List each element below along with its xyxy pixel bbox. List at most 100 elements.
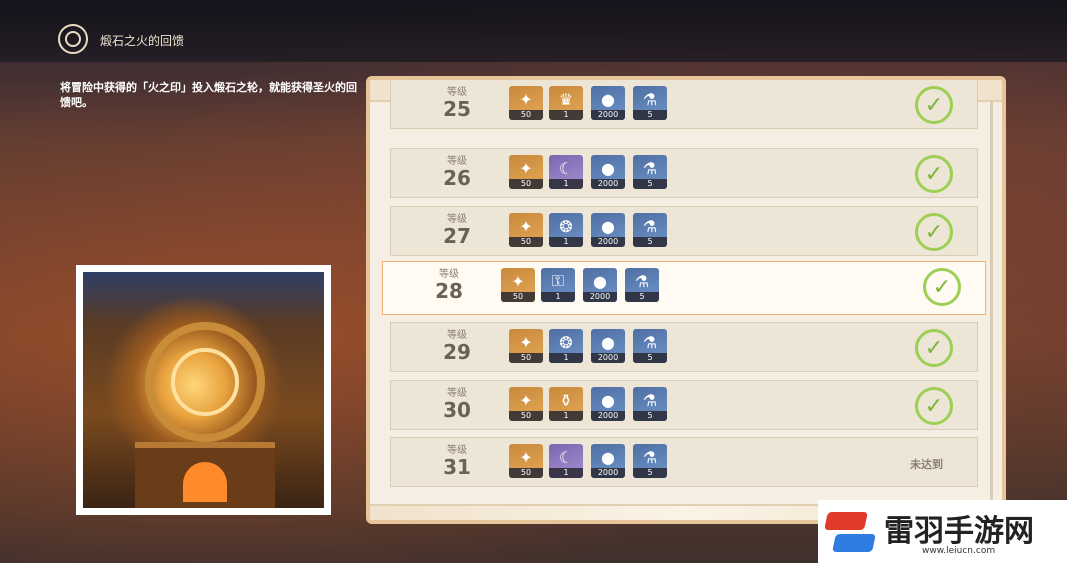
reward-item[interactable]: ♛ 1 [549, 86, 583, 120]
reward-item[interactable]: ✦ 50 [501, 268, 535, 302]
level-block: 等级 25 [417, 83, 497, 120]
reward-item[interactable]: ● 2000 [591, 444, 625, 478]
primogem-icon: ✦ [519, 332, 533, 352]
ore-icon: ❂ [559, 332, 573, 352]
reward-item[interactable]: ✦ 50 [509, 86, 543, 120]
level-label: 等级 [447, 445, 467, 456]
primogem-icon: ✦ [511, 271, 525, 291]
primogem-icon: ✦ [519, 158, 533, 178]
reward-row[interactable]: 等级 28 ✦ 50 ⚿ 1 ● 2000 ⚗ 5 ✓ [382, 261, 986, 315]
reward-item[interactable]: ☾ 1 [549, 444, 583, 478]
level-block: 等级 27 [417, 210, 497, 247]
reward-item[interactable]: ⚱ 1 [549, 387, 583, 421]
claimed-check-icon: ✓ [915, 86, 953, 124]
level-label: 等级 [439, 269, 459, 280]
watermark-name: 雷羽手游网 [884, 514, 1034, 549]
level-number: 29 [443, 340, 471, 364]
reward-quantity: 5 [625, 292, 659, 302]
reward-item[interactable]: ● 2000 [591, 86, 625, 120]
level-number: 28 [435, 279, 463, 303]
reward-quantity: 2000 [591, 237, 625, 247]
mora-icon: ● [601, 390, 615, 410]
level-block: 等级 28 [409, 265, 489, 302]
reward-quantity: 5 [633, 179, 667, 189]
reward-item[interactable]: ⚿ 1 [541, 268, 575, 302]
level-label: 等级 [447, 87, 467, 98]
reward-quantity: 50 [509, 179, 543, 189]
reward-item[interactable]: ⚗ 5 [633, 329, 667, 363]
reward-quantity: 50 [509, 468, 543, 478]
reward-item[interactable]: ⚗ 5 [633, 155, 667, 189]
event-title: 煅石之火的回馈 [100, 34, 185, 48]
reward-quantity: 1 [549, 179, 583, 189]
scrollbar[interactable] [990, 100, 993, 500]
level-label: 等级 [447, 214, 467, 225]
reward-item[interactable]: ⚗ 5 [633, 444, 667, 478]
reward-quantity: 50 [509, 237, 543, 247]
status-not-reached: 未达到 [910, 458, 943, 471]
mora-icon: ● [601, 158, 615, 178]
potion-icon: ⚗ [642, 216, 658, 236]
reward-item[interactable]: ● 2000 [591, 213, 625, 247]
reward-quantity: 5 [633, 411, 667, 421]
level-number: 31 [443, 455, 471, 479]
reward-quantity: 50 [509, 411, 543, 421]
claimed-check-icon: ✓ [915, 213, 953, 251]
reward-row[interactable]: 等级 31 ✦ 50 ☾ 1 ● 2000 ⚗ 5 未达到 [390, 437, 978, 487]
reward-item[interactable]: ✦ 50 [509, 329, 543, 363]
reward-quantity: 2000 [591, 179, 625, 189]
crescent-icon: ☾ [558, 158, 574, 178]
top-bar: 煅石之火的回馈 [0, 0, 1067, 62]
level-block: 等级 30 [417, 384, 497, 421]
reward-row[interactable]: 等级 26 ✦ 50 ☾ 1 ● 2000 ⚗ 5 ✓ [390, 148, 978, 198]
reward-item[interactable]: ☾ 1 [549, 155, 583, 189]
reward-item[interactable]: ⚗ 5 [633, 387, 667, 421]
potion-icon: ⚗ [642, 158, 658, 178]
event-emblem-icon [58, 24, 88, 54]
reward-row[interactable]: 等级 29 ✦ 50 ❂ 1 ● 2000 ⚗ 5 ✓ [390, 322, 978, 372]
level-number: 26 [443, 166, 471, 190]
reward-row[interactable]: 等级 27 ✦ 50 ❂ 1 ● 2000 ⚗ 5 ✓ [390, 206, 978, 256]
reward-quantity: 2000 [591, 353, 625, 363]
reward-item[interactable]: ❂ 1 [549, 329, 583, 363]
reward-item[interactable]: ● 2000 [583, 268, 617, 302]
primogem-icon: ✦ [519, 390, 533, 410]
reward-item[interactable]: ⚗ 5 [633, 86, 667, 120]
claimed-check-icon: ✓ [915, 387, 953, 425]
ore-icon: ❂ [559, 216, 573, 236]
reward-item[interactable]: ● 2000 [591, 155, 625, 189]
reward-row[interactable]: 等级 30 ✦ 50 ⚱ 1 ● 2000 ⚗ 5 ✓ [390, 380, 978, 430]
flask-icon: ⚱ [559, 390, 573, 410]
key-icon: ⚿ [551, 271, 565, 290]
event-preview-image [76, 265, 331, 515]
reward-item[interactable]: ✦ 50 [509, 444, 543, 478]
crescent-icon: ☾ [558, 447, 574, 467]
watermark-url: www.leiucn.com [922, 546, 996, 556]
reward-quantity: 5 [633, 237, 667, 247]
reward-item[interactable]: ⚗ 5 [633, 213, 667, 247]
potion-icon: ⚗ [642, 390, 658, 410]
potion-icon: ⚗ [642, 332, 658, 352]
reward-item[interactable]: ⚗ 5 [625, 268, 659, 302]
reward-quantity: 2000 [591, 110, 625, 120]
reward-quantity: 5 [633, 353, 667, 363]
claimed-check-icon: ✓ [923, 268, 961, 306]
reward-item[interactable]: ● 2000 [591, 329, 625, 363]
reward-item[interactable]: ❂ 1 [549, 213, 583, 247]
level-block: 等级 31 [417, 441, 497, 478]
watermark: 雷羽手游网 www.leiucn.com [818, 500, 1067, 563]
primogem-icon: ✦ [519, 89, 533, 109]
crown-icon: ♛ [558, 89, 574, 109]
potion-icon: ⚗ [634, 271, 650, 291]
mora-icon: ● [601, 332, 615, 352]
reward-quantity: 5 [633, 110, 667, 120]
reward-item[interactable]: ✦ 50 [509, 213, 543, 247]
potion-icon: ⚗ [642, 89, 658, 109]
reward-item[interactable]: ✦ 50 [509, 387, 543, 421]
reward-list-panel[interactable]: 等级 25 ✦ 50 ♛ 1 ● 2000 ⚗ 5 ✓ 等级 26 ✦ 50 ☾ 1 ● 2000 ⚗ 5 ✓ 等级 27 ✦ 5… [366, 76, 1006, 524]
mora-icon: ● [593, 271, 607, 291]
reward-item[interactable]: ✦ 50 [509, 155, 543, 189]
reward-item[interactable]: ● 2000 [591, 387, 625, 421]
reward-row[interactable]: 等级 25 ✦ 50 ♛ 1 ● 2000 ⚗ 5 ✓ [390, 80, 978, 129]
mora-icon: ● [601, 447, 615, 467]
